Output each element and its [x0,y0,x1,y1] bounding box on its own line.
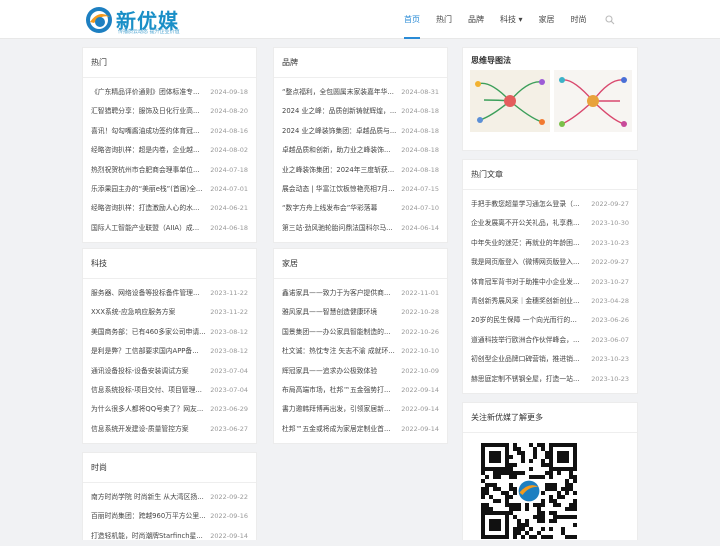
home-list: 鑫诺家具——致力于为客户提供商... 2022-11-01 雅风家具——智慧创造健… [274,279,447,439]
list-item[interactable]: 业之峰装饰集团：2024年三度斩获... 2024-08-18 [282,161,439,180]
list-item[interactable]: 喜讯！勾勾嘴酱油成功签约体育冠... 2024-08-16 [91,122,248,141]
home-title: 家居 [274,249,447,279]
nav-tech[interactable]: 科技 ▾ [500,0,523,39]
list-item[interactable]: 雅风家具——智慧创造健康环境 2022-10-28 [282,303,439,322]
list-item[interactable]: 2024 业之峰：品质创新铸就辉煌，... 2024-08-18 [282,102,439,121]
site-header: 新优媒 传播质云动态 提升企业价值 首页 热门 品牌 科技 ▾ 家居 时尚 [0,0,720,39]
list-item[interactable]: 鑫诺家具——致力于为客户提供商... 2022-11-01 [282,284,439,303]
fashion-card: 时尚 南方时尚学院 时尚新生 从大湾区扬... 2022-09-22 百丽时尚集团… [82,452,257,540]
list-item[interactable]: 中年失业的迷茫：再就业的年龄困... 2023-10-23 [471,234,629,253]
list-item[interactable]: 杜文诚：热忱专注 矢志不渝 成就环... 2022-10-10 [282,342,439,361]
follow-title: 关注新优媒了解更多 [463,403,637,433]
list-item[interactable]: 第三站·劲风驰轮胎问鼎法国科尔马... 2024-06-14 [282,219,439,238]
list-item[interactable]: 信息系统投标-项目交付、项目管理... 2023-07-04 [91,381,248,400]
list-item[interactable]: 布局高端市场，杜邦™五金强势打... 2022-09-14 [282,381,439,400]
hot-title: 热门 [83,48,256,78]
list-item[interactable]: 杜邦™五金或将成为家居定制业首... 2022-09-14 [282,420,439,439]
list-item[interactable]: 企业发展离不开公关礼品，礼享鼎... 2023-10-30 [471,214,629,233]
list-item[interactable]: 卓越品质和创新，助力业之峰装饰... 2024-08-18 [282,141,439,160]
qr-code-icon [481,443,577,539]
list-item[interactable]: 道通科技举行欧洲合作伙伴峰会，... 2023-06-07 [471,331,629,350]
mindmap-card: 思维导图法 [462,47,638,151]
tech-title: 科技 [83,249,256,279]
list-item[interactable]: 手把手教您超量学习通怎么登录（... 2022-09-27 [471,195,629,214]
list-item[interactable]: 国景集团——办公家具智能制造的... 2022-10-26 [282,323,439,342]
list-item[interactable]: 通讯设备投标-设备安装调试方案 2023-07-04 [91,362,248,381]
list-item[interactable]: 辉冠家具——追求办公极致体验 2022-10-09 [282,362,439,381]
hot-articles-title: 热门文章 [463,160,637,190]
hot-articles-list: 手把手教您超量学习通怎么登录（... 2022-09-27 企业发展离不开公关礼品… [463,190,637,389]
list-item[interactable]: 赫思庭定制不锈钢全屋，打造一站... 2023-10-23 [471,370,629,389]
nav-fashion[interactable]: 时尚 [571,0,587,39]
list-item[interactable]: 書力邀韩拜博再出发，引领家居新... 2022-09-14 [282,400,439,419]
list-item[interactable]: 2024 业之峰装饰集团：卓越品质与... 2024-08-18 [282,122,439,141]
list-item[interactable]: “数字方舟上线发布会”华彩落幕 2024-07-10 [282,199,439,218]
logo-slogan: 传播质云动态 提升企业价值 [118,29,180,35]
fashion-title: 时尚 [83,453,256,483]
list-item[interactable]: 20岁的民生保障 一个向光而行的温... 2023-06-26 [471,311,629,330]
list-item[interactable]: 是利是弊？工信部要求国内APP备... 2023-08-12 [91,342,248,361]
list-item[interactable]: 展会动态 | 华富江饮板惊艳亮相7月... 2024-07-15 [282,180,439,199]
list-item[interactable]: 《广东精品评价通则》团体标准专... 2024-09-18 [91,83,248,102]
list-item[interactable]: 服务器、网络设备等投标备件管理... 2023-11-22 [91,284,248,303]
site-logo[interactable]: 新优媒 传播质云动态 提升企业价值 [84,4,194,36]
logo-mark-icon [86,7,112,33]
list-item[interactable]: 体育冠军背书对于助推中小企业发... 2023-10-27 [471,273,629,292]
tech-list: 服务器、网络设备等投标备件管理... 2023-11-22 XXX系统-应急响应服… [83,279,256,439]
list-item[interactable]: 美国商务部：已有460多家公司申请... 2023-08-12 [91,323,248,342]
list-item[interactable]: 信息系统开发建设-质量管控方案 2023-06-27 [91,420,248,439]
list-item[interactable]: 经略咨询扒样：超是内卷，企业越... 2024-08-02 [91,141,248,160]
list-item[interactable]: 经略咨询扒样：打造激励人心的水... 2024-06-21 [91,199,248,218]
list-item[interactable]: 热烈祝贺杭州市合肥商会理事单位... 2024-07-18 [91,161,248,180]
brand-card: 品牌 “整点福利，全包圆属末家装嘉年华... 2024-08-31 2024 业之… [273,47,448,243]
list-item[interactable]: 为什么很多人都将QQ号卖了？网友... 2023-06-29 [91,400,248,419]
list-item[interactable]: 汇智猎聘分享：服饰及日化行业高... 2024-08-20 [91,102,248,121]
list-item[interactable]: 我是网页版登入（微博网页版登入... 2022-09-27 [471,253,629,272]
follow-card: 关注新优媒了解更多 [462,402,638,540]
home-card: 家居 鑫诺家具——致力于为客户提供商... 2022-11-01 雅风家具——智慧… [273,248,448,444]
list-item[interactable]: 南方时尚学院 时尚新生 从大湾区扬... 2022-09-22 [91,488,248,507]
list-item[interactable]: XXX系统-应急响应服务方案 2023-11-22 [91,303,248,322]
hot-articles-card: 热门文章 手把手教您超量学习通怎么登录（... 2022-09-27 企业发展离不… [462,159,638,394]
list-item[interactable]: “整点福利，全包圆属末家装嘉年华... 2024-08-31 [282,83,439,102]
list-item[interactable]: 初创型企业品牌口碑营销，推进销... 2023-10-23 [471,350,629,369]
tech-card: 科技 服务器、网络设备等投标备件管理... 2023-11-22 XXX系统-应急… [82,248,257,444]
list-item[interactable]: 乐添果园主办的“美丽e栈”(首届)全... 2024-07-01 [91,180,248,199]
nav-home[interactable]: 首页 [404,0,420,39]
main-nav: 首页 热门 品牌 科技 ▾ 家居 时尚 [404,0,615,39]
hot-card: 热门 《广东精品评价通则》团体标准专... 2024-09-18 汇智猎聘分享：服… [82,47,257,243]
hot-list: 《广东精品评价通则》团体标准专... 2024-09-18 汇智猎聘分享：服饰及日… [83,78,256,238]
list-item[interactable]: 打造轻机能，时尚潮牌Starfinch星... 2022-09-14 [91,527,248,546]
brand-list: “整点福利，全包圆属末家装嘉年华... 2024-08-31 2024 业之峰：品… [274,78,447,238]
search-icon[interactable] [605,14,615,25]
nav-brand[interactable]: 品牌 [468,0,484,39]
fashion-list: 南方时尚学院 时尚新生 从大湾区扬... 2022-09-22 百丽时尚集团：跨越… [83,483,256,546]
list-item[interactable]: 百丽时尚集团：跨越960万平方公里... 2022-09-16 [91,507,248,526]
list-item[interactable]: 青创新秀展风采｜金穗奖创新创业... 2023-04-28 [471,292,629,311]
brand-title: 品牌 [274,48,447,78]
list-item[interactable]: 国际人工智能产业联盟（AIIA）成... 2024-06-18 [91,219,248,238]
nav-hot[interactable]: 热门 [436,0,452,39]
nav-home-furnishing[interactable]: 家居 [539,0,555,39]
mindmap-images[interactable] [470,70,632,132]
